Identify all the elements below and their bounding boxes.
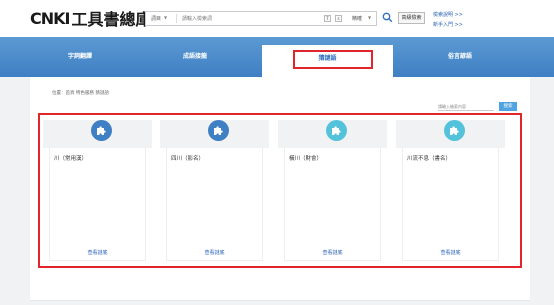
top-header: CNKI 工具書總庫 詞目 ▼ T s 精確 ▼ 高級檢索 檢索說明 >> 新手… — [0, 0, 554, 37]
cnki-logo[interactable]: CNKI 工具書總庫 — [30, 8, 152, 30]
advanced-search-button[interactable]: 高級檢索 — [398, 12, 425, 24]
tab-idiom-chain[interactable]: 成語接龍 — [145, 42, 245, 77]
search-type-select[interactable]: 詞目 — [151, 15, 161, 22]
logo-title-text: 工具書總庫 — [71, 10, 152, 29]
simplified-button[interactable]: s — [335, 15, 342, 22]
tab-word-translation[interactable]: 字詞翻譯 — [30, 42, 130, 77]
beginner-link[interactable]: 新手入門 >> — [433, 21, 463, 28]
search-box: 詞目 ▼ T s 精確 ▼ — [145, 11, 377, 26]
in-page-search-button[interactable]: 搜索 — [499, 102, 517, 111]
tab-highlight-box — [293, 50, 373, 69]
tab-proverbs[interactable]: 俗言諺語 — [410, 42, 510, 77]
traditional-button[interactable]: T — [324, 15, 331, 22]
breadcrumb: 位置：首頁 特色服務 猜謎語 — [52, 91, 109, 96]
match-mode-chevron-down-icon[interactable]: ▼ — [368, 15, 371, 20]
panel-bottom-border — [30, 300, 530, 301]
cards-highlight-box — [38, 113, 522, 268]
search-divider — [176, 14, 177, 23]
search-button[interactable] — [382, 12, 393, 23]
match-mode-select[interactable]: 精確 — [352, 15, 362, 22]
search-type-chevron-down-icon[interactable]: ▼ — [164, 15, 167, 20]
search-input[interactable] — [182, 14, 322, 23]
logo-cnki-text: CNKI — [30, 8, 70, 28]
help-link[interactable]: 檢索說明 >> — [433, 11, 463, 18]
in-page-search-input[interactable] — [438, 102, 494, 111]
search-icon — [382, 12, 393, 23]
